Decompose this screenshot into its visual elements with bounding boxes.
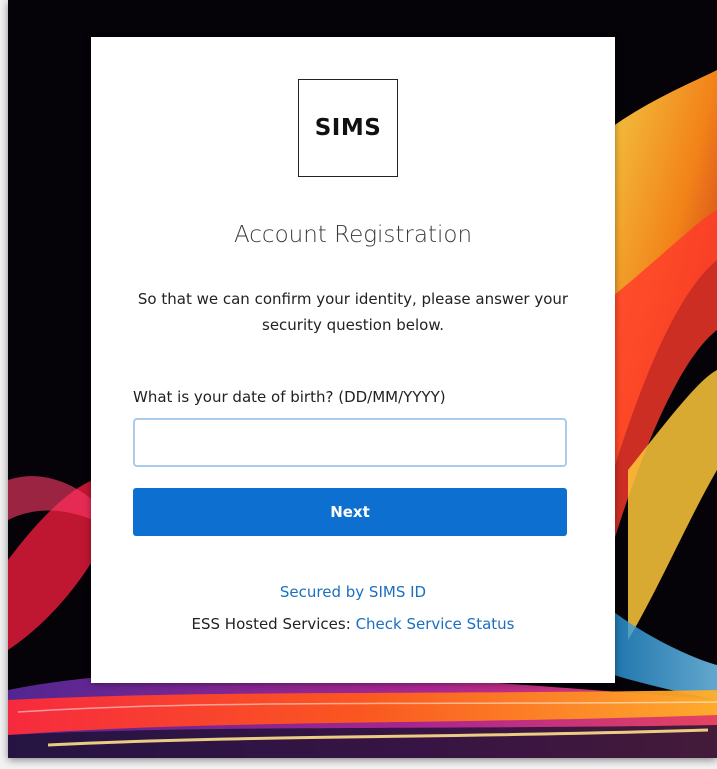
registration-card: SIMS Account Registration So that we can… <box>91 37 615 683</box>
ess-hosted-services-line: ESS Hosted Services: Check Service Statu… <box>91 615 615 633</box>
check-service-status-link[interactable]: Check Service Status <box>356 615 515 633</box>
window-frame: SIMS Account Registration So that we can… <box>8 0 717 758</box>
ess-prefix-text: ESS Hosted Services: <box>191 615 351 633</box>
secured-by-sims-link[interactable]: Secured by SIMS ID <box>91 583 615 601</box>
instruction-text: So that we can confirm your identity, pl… <box>137 290 569 334</box>
page-title: Account Registration <box>233 222 473 248</box>
next-button[interactable]: Next <box>133 488 567 536</box>
logo-text: SIMS <box>314 115 382 141</box>
security-answer-input[interactable] <box>133 418 567 467</box>
security-question-label: What is your date of birth? (DD/MM/YYYY) <box>133 388 446 406</box>
sims-logo: SIMS <box>298 79 398 177</box>
